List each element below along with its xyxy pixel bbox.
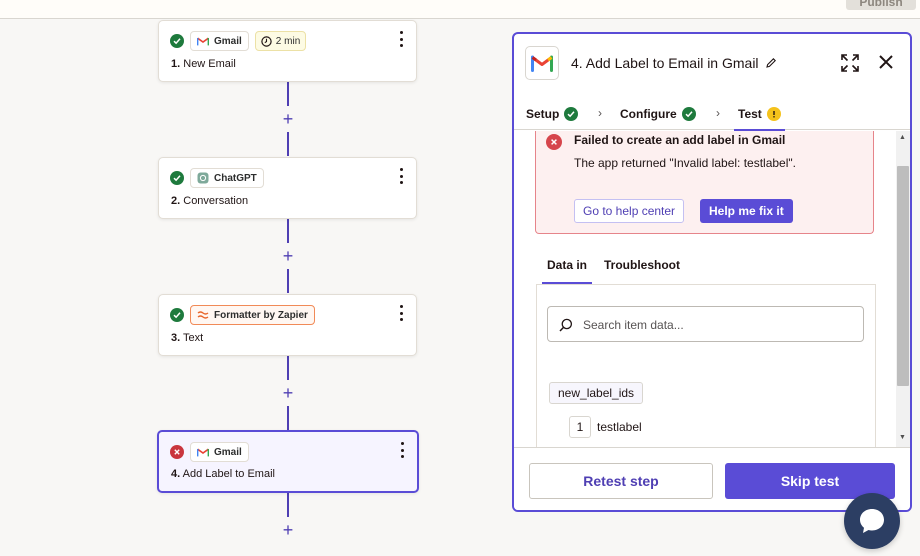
error-title: Failed to create an add label in Gmail xyxy=(574,133,786,147)
tab-configure[interactable]: Configure xyxy=(620,104,696,124)
connector-line xyxy=(287,269,289,293)
add-step-plus-icon[interactable]: + xyxy=(281,247,295,265)
close-icon[interactable] xyxy=(878,54,894,70)
step-detail-panel: 4. Add Label to Email in Gmail Setup › C… xyxy=(512,32,912,512)
expand-icon[interactable] xyxy=(841,54,859,72)
clock-icon xyxy=(261,35,272,47)
connector-line xyxy=(287,132,289,156)
help-me-fix-button[interactable]: Help me fix it xyxy=(700,199,793,223)
app-chip: Gmail xyxy=(190,442,249,462)
warning-icon xyxy=(766,107,781,121)
connector-line xyxy=(287,219,289,243)
tab-test[interactable]: Test xyxy=(734,104,785,131)
error-message: The app returned "Invalid label: testlab… xyxy=(574,156,796,170)
success-check-icon xyxy=(681,107,696,121)
tab-setup[interactable]: Setup xyxy=(526,104,579,124)
scrollbar-thumb[interactable] xyxy=(897,166,909,386)
chat-support-button[interactable] xyxy=(844,493,900,549)
connector-line xyxy=(287,493,289,517)
more-options-icon[interactable] xyxy=(398,31,404,47)
app-name: Gmail xyxy=(214,446,242,458)
more-options-icon[interactable] xyxy=(398,305,404,321)
panel-body: Failed to create an add label in Gmail T… xyxy=(514,131,896,447)
more-options-icon[interactable] xyxy=(398,168,404,184)
success-check-icon xyxy=(170,171,184,185)
search-icon xyxy=(559,318,573,332)
success-check-icon xyxy=(564,107,579,121)
add-step-plus-icon[interactable]: + xyxy=(281,110,295,128)
retest-step-button[interactable]: Retest step xyxy=(529,463,713,499)
add-step-plus-icon[interactable]: + xyxy=(281,521,295,539)
scroll-up-icon[interactable]: ▲ xyxy=(899,134,906,141)
search-field[interactable] xyxy=(547,306,864,342)
app-chip: ChatGPT xyxy=(190,168,264,188)
top-bar: Publish xyxy=(0,0,920,19)
scroll-down-icon[interactable]: ▼ xyxy=(899,434,906,441)
chat-bubble-icon xyxy=(860,509,884,533)
success-check-icon xyxy=(170,308,184,322)
add-step-plus-icon[interactable]: + xyxy=(281,384,295,402)
tab-label: Test xyxy=(738,107,762,121)
app-name: ChatGPT xyxy=(214,172,257,184)
data-subtabs: Data in Troubleshoot xyxy=(536,255,876,285)
error-x-icon xyxy=(170,445,184,459)
connector-line xyxy=(287,356,289,380)
app-name: Gmail xyxy=(214,35,242,47)
gmail-icon xyxy=(197,448,209,456)
data-index-chip: 1 xyxy=(569,416,591,438)
gmail-icon xyxy=(197,37,209,45)
error-alert: Failed to create an add label in Gmail T… xyxy=(535,131,874,234)
connector-line xyxy=(287,82,289,106)
panel-footer: Retest step Skip test xyxy=(514,447,910,510)
gmail-icon xyxy=(525,46,559,80)
time-text: 2 min xyxy=(275,35,301,47)
step-title: 4. Add Label to Email xyxy=(171,468,275,480)
pencil-icon[interactable] xyxy=(765,57,777,69)
more-options-icon[interactable] xyxy=(399,442,405,458)
time-badge: 2 min xyxy=(254,31,307,51)
chevron-right-icon: › xyxy=(716,106,720,120)
step-card-1[interactable]: Gmail 2 min 1. New Email xyxy=(158,20,417,82)
subtab-data-in[interactable]: Data in xyxy=(541,258,593,284)
step-title: 2. Conversation xyxy=(171,195,249,207)
chatgpt-icon xyxy=(197,172,209,184)
subtab-troubleshoot[interactable]: Troubleshoot xyxy=(604,258,680,272)
tab-label: Setup xyxy=(526,107,560,121)
error-x-icon xyxy=(546,134,562,150)
panel-tabs: Setup › Configure › Test xyxy=(514,98,910,131)
panel-header: 4. Add Label to Email in Gmail xyxy=(514,34,910,92)
app-name: Formatter by Zapier xyxy=(214,309,308,321)
data-key-chip[interactable]: new_label_ids xyxy=(549,382,644,404)
formatter-icon xyxy=(197,311,209,319)
help-center-button[interactable]: Go to help center xyxy=(574,199,685,223)
step-card-3[interactable]: Formatter by Zapier 3. Text xyxy=(158,294,417,356)
app-chip: Gmail xyxy=(190,31,249,51)
step-title: 1. New Email xyxy=(171,58,236,70)
data-value[interactable]: testlabel xyxy=(597,420,642,434)
search-input[interactable] xyxy=(583,316,853,334)
step-card-2[interactable]: ChatGPT 2. Conversation xyxy=(158,157,417,219)
connector-line xyxy=(287,406,289,430)
step-card-4[interactable]: Gmail 4. Add Label to Email xyxy=(157,430,419,493)
data-panel: new_label_ids 1 testlabel xyxy=(536,285,876,447)
chevron-right-icon: › xyxy=(598,106,602,120)
publish-button[interactable]: Publish xyxy=(846,0,916,10)
panel-title[interactable]: 4. Add Label to Email in Gmail xyxy=(571,55,777,71)
success-check-icon xyxy=(170,34,184,48)
tab-label: Configure xyxy=(620,107,677,121)
app-chip: Formatter by Zapier xyxy=(190,305,315,325)
panel-title-text: 4. Add Label to Email in Gmail xyxy=(571,55,759,71)
step-title: 3. Text xyxy=(171,332,204,344)
